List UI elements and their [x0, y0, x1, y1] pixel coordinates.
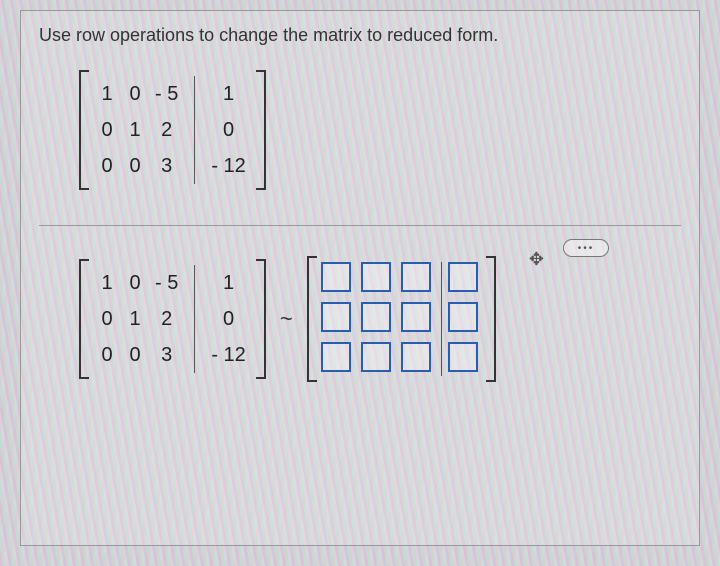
matrix-cell: 0: [93, 308, 121, 331]
matrix-cell: 0: [93, 119, 121, 142]
answer-input-left: [317, 256, 439, 382]
augment-divider: [441, 262, 442, 376]
matrix-cell: 3: [149, 155, 184, 178]
matrix-cell: 2: [149, 308, 184, 331]
answer-input[interactable]: [361, 342, 391, 372]
answer-input[interactable]: [321, 342, 351, 372]
matrix-cell: 1: [205, 83, 251, 106]
bracket-right: [256, 70, 266, 190]
matrix-cell: 1: [121, 308, 149, 331]
bracket-right: [486, 256, 496, 382]
tilde-symbol: ~: [276, 306, 297, 332]
answer-input[interactable]: [361, 302, 391, 332]
answer-input[interactable]: [448, 302, 478, 332]
bracket-left: [79, 70, 89, 190]
matrix-left-block: 1 0 - 5 0 1 2 0 0 3: [89, 70, 188, 190]
matrix-cell: - 12: [205, 344, 251, 367]
bracket-right: [256, 259, 266, 379]
matrix-cell: 1: [93, 272, 121, 295]
answer-input[interactable]: [321, 302, 351, 332]
matrix-cell: 0: [121, 344, 149, 367]
matrix-cell: 0: [121, 155, 149, 178]
matrix-cell: 1: [93, 83, 121, 106]
question-panel: Use row operations to change the matrix …: [20, 10, 700, 546]
matrix-cell: 1: [205, 272, 251, 295]
matrix-right-block: 1 0 - 12: [201, 259, 255, 379]
divider: [39, 225, 681, 226]
answer-input[interactable]: [448, 262, 478, 292]
matrix-left-block: 1 0 - 5 0 1 2 0 0 3: [89, 259, 188, 379]
matrix-right-block: 1 0 - 12: [201, 70, 255, 190]
matrix-cell: - 5: [149, 272, 184, 295]
matrix-cell: - 12: [205, 155, 251, 178]
matrix-cell: 2: [149, 119, 184, 142]
matrix-cell: - 5: [149, 83, 184, 106]
matrix-cell: 0: [93, 344, 121, 367]
more-button[interactable]: •••: [563, 239, 609, 257]
matrix-cell: 0: [205, 308, 251, 331]
matrix-cell: 0: [205, 119, 251, 142]
answer-given-matrix: 1 0 - 5 0 1 2 0 0 3 1 0 - 12: [79, 259, 266, 379]
answer-input-matrix: [307, 256, 496, 382]
bracket-left: [307, 256, 317, 382]
answer-input[interactable]: [401, 262, 431, 292]
move-handle-icon[interactable]: ✥: [529, 249, 544, 270]
given-matrix: 1 0 - 5 0 1 2 0 0 3 1 0 - 12: [79, 70, 681, 195]
augment-divider: [194, 76, 195, 184]
augment-divider: [194, 265, 195, 373]
matrix-cell: 0: [121, 83, 149, 106]
answer-row: 1 0 - 5 0 1 2 0 0 3 1 0 - 12 ~: [79, 256, 681, 382]
answer-input[interactable]: [321, 262, 351, 292]
matrix-cell: 1: [121, 119, 149, 142]
answer-input[interactable]: [448, 342, 478, 372]
bracket-left: [79, 259, 89, 379]
answer-input[interactable]: [361, 262, 391, 292]
matrix-cell: 0: [93, 155, 121, 178]
matrix-cell: 0: [121, 272, 149, 295]
matrix-cell: 3: [149, 344, 184, 367]
answer-input[interactable]: [401, 342, 431, 372]
answer-input-right: [444, 256, 486, 382]
answer-input[interactable]: [401, 302, 431, 332]
question-prompt: Use row operations to change the matrix …: [39, 25, 681, 46]
